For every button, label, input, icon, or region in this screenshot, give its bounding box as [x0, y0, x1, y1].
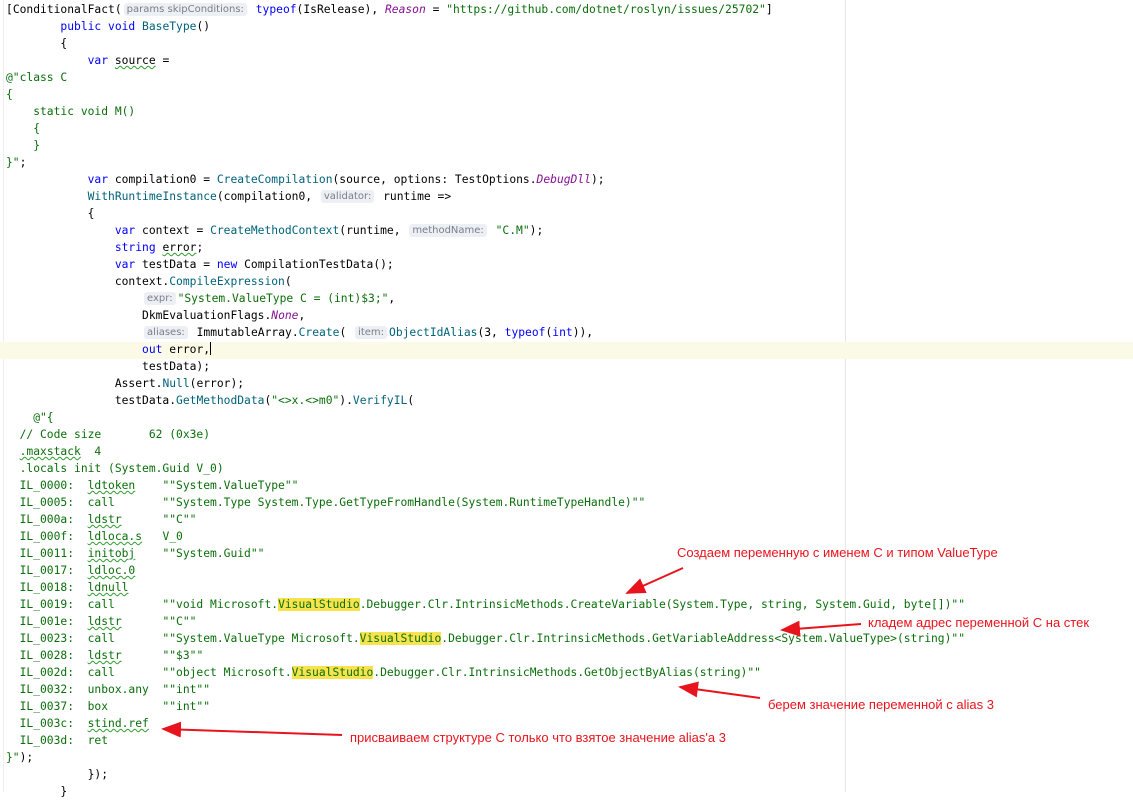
arrow-push-address — [780, 620, 862, 637]
arrow-get-alias — [678, 681, 761, 699]
annotation-arrows — [161, 567, 862, 738]
code-editor[interactable]: [ConditionalFact(params skipConditions: … — [0, 0, 1133, 798]
arrow-assign — [161, 721, 343, 738]
arrow-create-variable — [625, 567, 684, 594]
